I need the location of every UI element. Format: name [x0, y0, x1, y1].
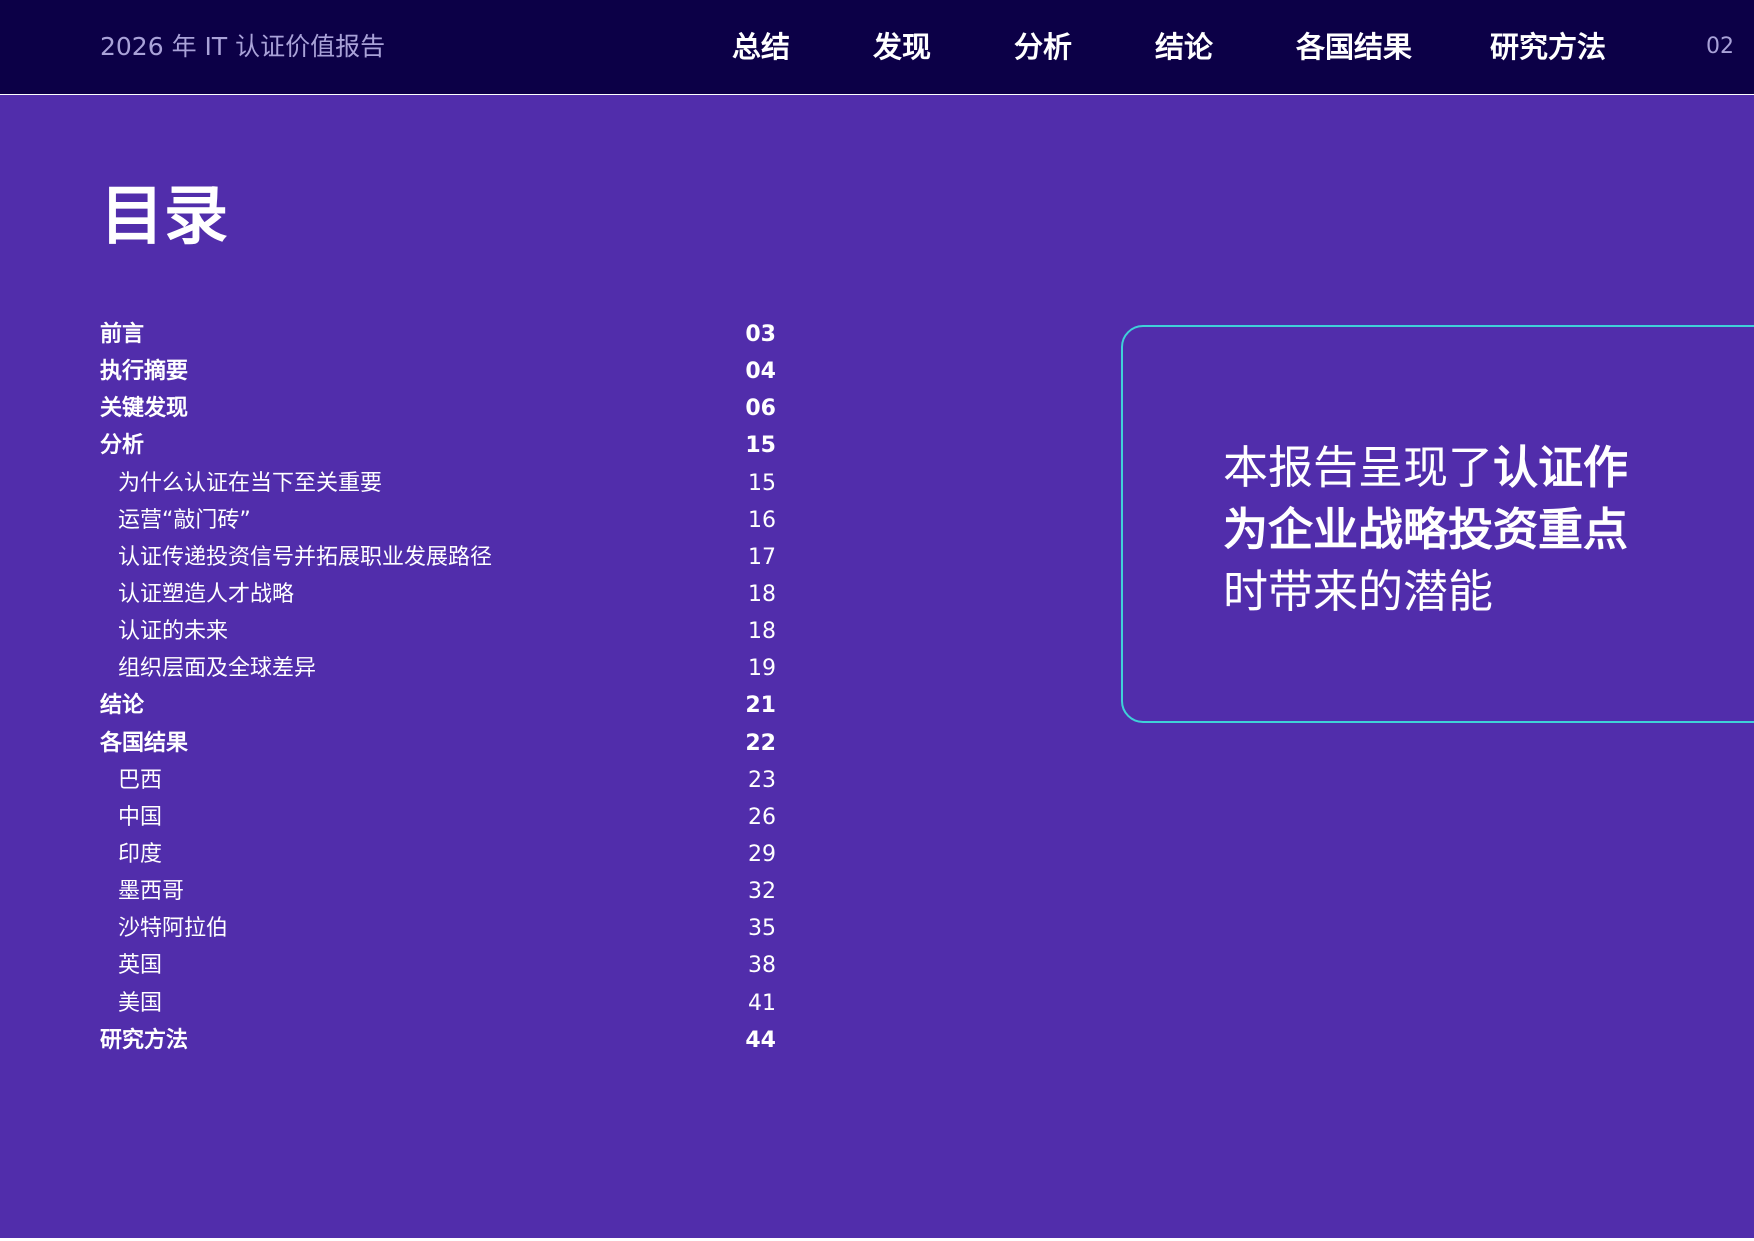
toc-entry-label: 印度 — [118, 841, 163, 867]
callout-text-after: 时带来的潜能 — [1223, 565, 1494, 618]
toc-subentry[interactable]: 认证传递投资信号并拓展职业发展路径 17 — [100, 539, 776, 576]
toc-subentry[interactable]: 英国 38 — [100, 947, 776, 984]
toc-list: 前言 03 执行摘要 04 关键发现 06 分析 15 为什么认证在当下至关重要 15 运营“敲门砖… — [100, 316, 776, 1059]
toc-entry-page-number: 04 — [745, 359, 776, 385]
toc-entry-page-number: 35 — [748, 916, 776, 942]
toc-entry-page-number: 18 — [748, 581, 776, 607]
toc-entry[interactable]: 各国结果 22 — [100, 725, 776, 762]
toc-entry-page-number: 15 — [745, 433, 776, 459]
report-title: 2026 年 IT 认证价值报告 — [100, 32, 386, 61]
toc-entry-page-number: 32 — [748, 879, 776, 905]
toc-entry-label: 认证传递投资信号并拓展职业发展路径 — [118, 544, 493, 570]
toc-entry[interactable]: 分析 15 — [100, 427, 776, 464]
toc-entry-label: 分析 — [100, 433, 145, 459]
contents-section: 目录 前言 03 执行摘要 04 关键发现 06 分析 15 为什么认证在当下至关重要 15 运营“… — [0, 95, 1754, 1238]
toc-entry-label: 研究方法 — [100, 1027, 189, 1053]
toc-entry-label: 各国结果 — [100, 730, 189, 756]
toc-subentry[interactable]: 运营“敲门砖” 16 — [100, 502, 776, 539]
toc-entry-page-number: 16 — [748, 507, 776, 533]
toc-subentry[interactable]: 认证塑造人才战略 18 — [100, 576, 776, 613]
toc-entry[interactable]: 结论 21 — [100, 687, 776, 724]
toc-entry-page-number: 41 — [748, 990, 776, 1016]
callout-text-before: 本报告呈现了 — [1223, 441, 1494, 494]
toc-entry-label: 执行摘要 — [100, 359, 189, 385]
toc-entry-page-number: 23 — [748, 767, 776, 793]
toc-entry-label: 沙特阿拉伯 — [118, 916, 229, 942]
toc-entry-page-number: 26 — [748, 804, 776, 830]
toc-heading: 目录 — [100, 180, 228, 254]
top-navigation-bar: 2026 年 IT 认证价值报告 总结 发现 分析 结论 各国结果 研究方法 0… — [0, 0, 1754, 94]
nav-methodology[interactable]: 研究方法 — [1490, 0, 1606, 94]
toc-entry-label: 关键发现 — [100, 396, 189, 422]
toc-entry-page-number: 19 — [748, 656, 776, 682]
toc-subentry[interactable]: 中国 26 — [100, 799, 776, 836]
toc-entry-page-number: 21 — [745, 693, 776, 719]
toc-entry[interactable]: 前言 03 — [100, 316, 776, 353]
toc-entry-page-number: 06 — [745, 396, 776, 422]
toc-subentry[interactable]: 为什么认证在当下至关重要 15 — [100, 465, 776, 502]
toc-entry-page-number: 44 — [745, 1027, 776, 1053]
toc-entry-page-number: 17 — [748, 544, 776, 570]
nav-analysis[interactable]: 分析 — [1014, 0, 1072, 94]
toc-entry-label: 结论 — [100, 693, 145, 719]
toc-subentry[interactable]: 巴西 23 — [100, 762, 776, 799]
toc-entry-page-number: 22 — [745, 730, 776, 756]
toc-entry-label: 组织层面及全球差异 — [118, 656, 317, 682]
toc-entry-label: 墨西哥 — [118, 879, 185, 905]
toc-entry-page-number: 38 — [748, 953, 776, 979]
toc-entry-label: 中国 — [118, 804, 163, 830]
callout-box: 本报告呈现了认证作为企业战略投资重点时带来的潜能 — [1121, 325, 1754, 723]
toc-entry-label: 美国 — [118, 990, 163, 1016]
toc-subentry[interactable]: 组织层面及全球差异 19 — [100, 650, 776, 687]
toc-entry-label: 前言 — [100, 322, 145, 347]
nav-conclusion[interactable]: 结论 — [1155, 0, 1213, 94]
nav-summary[interactable]: 总结 — [732, 0, 790, 94]
toc-entry-label: 巴西 — [118, 767, 163, 793]
toc-subentry[interactable]: 印度 29 — [100, 836, 776, 873]
toc-entry-page-number: 29 — [748, 841, 776, 867]
toc-entry-label: 运营“敲门砖” — [118, 507, 251, 533]
nav-findings[interactable]: 发现 — [873, 0, 931, 94]
nav-country-results[interactable]: 各国结果 — [1296, 0, 1412, 94]
toc-entry-label: 认证塑造人才战略 — [118, 581, 295, 607]
toc-subentry[interactable]: 墨西哥 32 — [100, 873, 776, 910]
toc-entry[interactable]: 研究方法 44 — [100, 1022, 776, 1059]
toc-entry[interactable]: 执行摘要 04 — [100, 353, 776, 390]
toc-subentry[interactable]: 认证的未来 18 — [100, 613, 776, 650]
toc-entry-page-number: 15 — [748, 470, 776, 496]
toc-subentry[interactable]: 美国 41 — [100, 985, 776, 1022]
toc-entry-label: 英国 — [118, 953, 163, 979]
toc-entry[interactable]: 关键发现 06 — [100, 390, 776, 427]
toc-entry-label: 认证的未来 — [118, 619, 229, 645]
toc-subentry[interactable]: 沙特阿拉伯 35 — [100, 910, 776, 947]
report-page: 2026 年 IT 认证价值报告 总结 发现 分析 结论 各国结果 研究方法 0… — [0, 0, 1754, 1241]
page-number: 02 — [1706, 34, 1734, 59]
toc-entry-page-number: 18 — [748, 619, 776, 645]
toc-entry-page-number: 03 — [745, 322, 776, 347]
toc-entry-label: 为什么认证在当下至关重要 — [118, 470, 383, 496]
callout-text: 本报告呈现了认证作为企业战略投资重点时带来的潜能 — [1223, 437, 1673, 623]
